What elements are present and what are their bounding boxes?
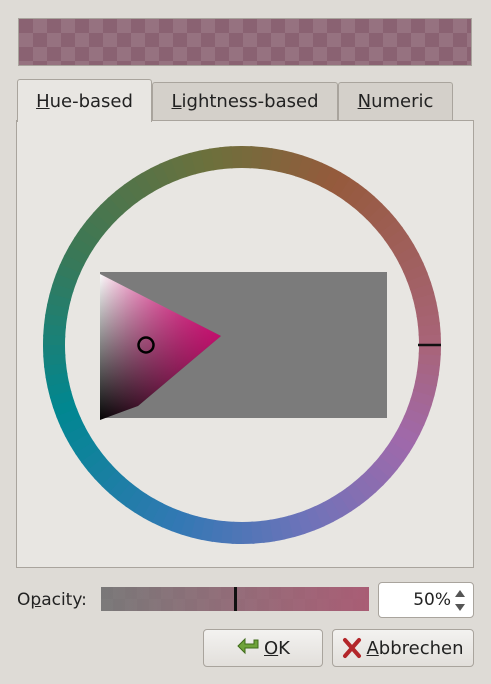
green-check-arrow-icon xyxy=(237,637,259,655)
tab-lightness-mnemonic: L xyxy=(171,91,182,112)
tab-hue-mnemonic: H xyxy=(36,90,50,112)
opacity-slider-handle[interactable] xyxy=(234,587,237,611)
hue-wheel[interactable] xyxy=(43,146,441,544)
opacity-value-input[interactable] xyxy=(379,589,457,611)
opacity-spinbox[interactable] xyxy=(378,582,474,618)
tab-numeric-label: umeric xyxy=(371,91,434,112)
color-preview xyxy=(18,18,472,66)
cancel-mnemonic: A xyxy=(366,637,379,659)
tab-numeric-mnemonic: N xyxy=(357,91,372,112)
tab-hue-label: ue-based xyxy=(49,90,133,112)
opacity-label-mnemonic: p xyxy=(30,590,42,610)
tab-lightness-label: ightness-based xyxy=(181,91,319,112)
ok-button[interactable]: OK xyxy=(203,629,323,667)
opacity-label-pre: O xyxy=(17,590,31,610)
opacity-label: Opacity: xyxy=(17,590,87,610)
tab-hue-based[interactable]: Hue-based xyxy=(17,79,152,122)
spin-up-icon[interactable] xyxy=(453,587,467,599)
opacity-slider[interactable] xyxy=(101,587,369,611)
red-x-icon xyxy=(343,638,362,658)
tab-lightness-based[interactable]: Lightness-based xyxy=(152,82,338,120)
spin-down-icon[interactable] xyxy=(453,602,467,614)
cancel-button[interactable]: Abbrechen xyxy=(332,629,474,667)
opacity-label-post: acity: xyxy=(41,590,87,610)
ok-mnemonic: O xyxy=(264,637,279,659)
ok-label: K xyxy=(278,637,290,659)
cancel-label: bbrechen xyxy=(378,637,464,659)
tab-numeric[interactable]: Numeric xyxy=(338,82,453,120)
